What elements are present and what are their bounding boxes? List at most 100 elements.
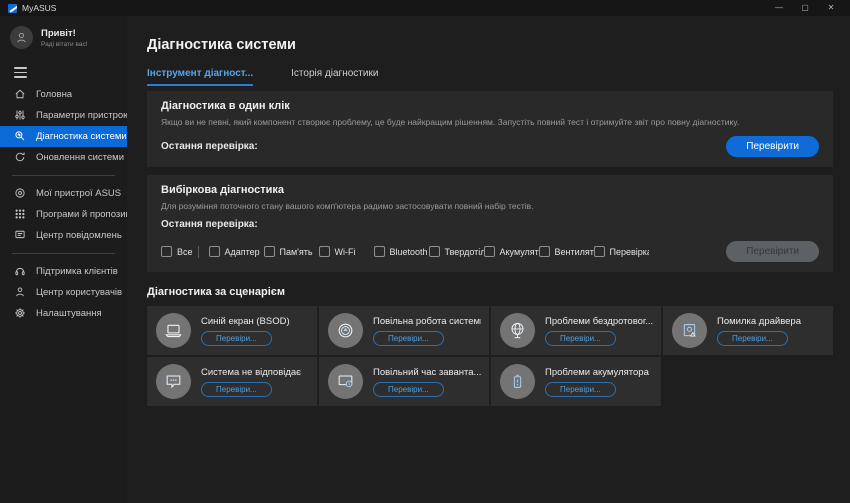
- card-label: Помилка драйвера: [717, 316, 801, 327]
- sidebar-item-apps-offers[interactable]: Програми й пропозиції від...: [0, 204, 127, 225]
- card-check-button[interactable]: Перевіри...: [545, 331, 616, 346]
- card-check-button[interactable]: Перевіри...: [373, 331, 444, 346]
- sidebar-item-label: Центр повідомлень: [36, 230, 122, 241]
- sidebar-nav: Головна Параметри пристрою Діагностика с…: [0, 84, 127, 324]
- scenario-cards-grid: Синій екран (BSOD) Перевіри... Повільна …: [147, 306, 833, 406]
- sidebar-divider: [12, 175, 115, 176]
- avatar[interactable]: [10, 26, 33, 49]
- checkbox-bluetooth[interactable]: Bluetooth: [374, 246, 429, 257]
- sidebar-item-home[interactable]: Головна: [0, 84, 127, 105]
- card-check-button[interactable]: Перевіри...: [373, 382, 444, 397]
- hamburger-menu-icon[interactable]: [14, 67, 27, 78]
- checkbox-memory[interactable]: Пам'ять: [264, 246, 319, 257]
- checkbox-ssd[interactable]: Твердотільн...: [429, 246, 484, 257]
- headset-icon: [14, 265, 26, 277]
- sidebar-item-my-asus-devices[interactable]: Мої пристрої ASUS: [0, 183, 127, 204]
- sidebar-item-label: Оновлення системи: [36, 152, 124, 163]
- sidebar-item-label: Мої пристрої ASUS: [36, 188, 121, 199]
- checkbox-all-box[interactable]: [161, 246, 172, 257]
- main-content: Діагностика системи Інструмент діагност.…: [127, 16, 850, 503]
- update-icon: [14, 151, 26, 163]
- sidebar-item-label: Програми й пропозиції від...: [36, 209, 127, 220]
- driver-error-icon: [680, 321, 699, 340]
- card-label: Система не відповідає: [201, 367, 301, 378]
- close-button[interactable]: ✕: [818, 0, 844, 16]
- sidebar-item-message-center[interactable]: Центр повідомлень: [0, 225, 127, 246]
- user-greeting[interactable]: Привіт! Раді вітати вас!: [0, 16, 127, 53]
- message-center-icon: [14, 229, 26, 241]
- one-click-description: Якщо ви не певні, який компонент створює…: [161, 117, 819, 127]
- diagnostics-icon: [14, 130, 26, 142]
- greeting-title: Привіт!: [41, 28, 88, 39]
- card-slow-system: Повільна робота системи Перевіри...: [319, 306, 489, 355]
- sidebar-item-customer-support[interactable]: Підтримка клієнтів: [0, 261, 127, 282]
- sidebar-item-label: Центр користувачів: [36, 287, 122, 298]
- card-not-responding: Система не відповідає Перевіри...: [147, 357, 317, 406]
- sliders-icon: [14, 109, 26, 121]
- checkbox-all[interactable]: Все: [161, 246, 193, 257]
- card-label: Синій екран (BSOD): [201, 316, 290, 327]
- wireless-globe-icon: [508, 321, 527, 340]
- checkbox-system-check[interactable]: Перевірка с...: [594, 246, 649, 257]
- sidebar-item-system-update[interactable]: Оновлення системи: [0, 147, 127, 168]
- asus-logo-icon: [8, 4, 17, 13]
- myasus-window: MyASUS — ▢ ✕ Привіт! Раді вітати вас!: [0, 0, 850, 503]
- checkbox-battery[interactable]: Акумулятор: [484, 246, 539, 257]
- sidebar-item-label: Параметри пристрою: [36, 110, 127, 121]
- card-check-button[interactable]: Перевіри...: [201, 331, 272, 346]
- titlebar: MyASUS — ▢ ✕: [0, 0, 850, 16]
- checkbox-row: Все Адаптер Пам'ять Wi-Fi: [161, 241, 819, 262]
- maximize-button[interactable]: ▢: [792, 0, 818, 16]
- window-controls: — ▢ ✕: [766, 0, 844, 16]
- apps-grid-icon: [14, 208, 26, 220]
- sidebar-item-user-center[interactable]: Центр користувачів: [0, 282, 127, 303]
- card-check-button[interactable]: Перевіри...: [717, 331, 788, 346]
- checkbox-wifi[interactable]: Wi-Fi: [319, 246, 374, 257]
- slow-boot-icon: [336, 372, 355, 391]
- checkbox-adapter[interactable]: Адаптер: [209, 246, 264, 257]
- sidebar-item-label: Діагностика системи: [36, 131, 127, 142]
- sidebar-item-settings[interactable]: Налаштування: [0, 303, 127, 324]
- custom-diagnostics-panel: Вибіркова діагностика Для розуміння пото…: [147, 175, 833, 272]
- gear-icon: [14, 307, 26, 319]
- greeting-subtitle: Раді вітати вас!: [41, 41, 88, 48]
- card-check-button[interactable]: Перевіри...: [545, 382, 616, 397]
- checkbox-fan[interactable]: Вентилятор: [539, 246, 594, 257]
- custom-check-button-disabled[interactable]: Перевірити: [726, 241, 819, 262]
- sidebar-item-label: Головна: [36, 89, 72, 100]
- one-click-check-button[interactable]: Перевірити: [726, 136, 819, 157]
- tab-diagnostic-history[interactable]: Історія діагностики: [291, 68, 378, 86]
- greeting-text: Привіт! Раді вітати вас!: [41, 28, 88, 48]
- card-label: Проблеми бездротовог...: [545, 316, 653, 327]
- sidebar-item-label: Підтримка клієнтів: [36, 266, 118, 277]
- card-check-button[interactable]: Перевіри...: [201, 382, 272, 397]
- one-click-title: Діагностика в один клік: [161, 100, 819, 112]
- battery-icon: [508, 372, 527, 391]
- card-driver-error: Помилка драйвера Перевіри...: [663, 306, 833, 355]
- tab-diagnostic-tool[interactable]: Інструмент діагност...: [147, 68, 253, 86]
- devices-icon: [14, 187, 26, 199]
- minimize-button[interactable]: —: [766, 0, 792, 16]
- sidebar: Привіт! Раді вітати вас! Головна: [0, 16, 127, 503]
- tab-bar: Інструмент діагност... Історія діагности…: [147, 68, 833, 86]
- sidebar-divider: [12, 253, 115, 254]
- card-bsod: Синій екран (BSOD) Перевіри...: [147, 306, 317, 355]
- sidebar-item-device-settings[interactable]: Параметри пристрою: [0, 105, 127, 126]
- card-battery-problems: Проблеми акумулятора Перевіри...: [491, 357, 661, 406]
- card-slow-boot: Повільний час заванта... Перевіри...: [319, 357, 489, 406]
- card-label: Повільна робота системи: [373, 316, 481, 327]
- one-click-diagnostics-panel: Діагностика в один клік Якщо ви не певні…: [147, 91, 833, 167]
- card-label: Повільний час заванта...: [373, 367, 481, 378]
- one-click-last-check-label: Остання перевірка:: [161, 141, 258, 152]
- card-wireless-problems: Проблеми бездротовог... Перевіри...: [491, 306, 661, 355]
- person-icon: [15, 31, 28, 44]
- page-title: Діагностика системи: [147, 37, 833, 53]
- sidebar-item-system-diagnostics[interactable]: Діагностика системи: [0, 126, 127, 147]
- custom-description: Для розуміння поточного стану вашого ком…: [161, 201, 819, 211]
- app-title: MyASUS: [22, 3, 56, 13]
- scenario-section-title: Діагностика за сценарієм: [147, 286, 833, 298]
- checkbox-separator: [198, 246, 199, 258]
- not-responding-icon: [164, 372, 183, 391]
- user-icon: [14, 286, 26, 298]
- bsod-icon: [164, 321, 183, 340]
